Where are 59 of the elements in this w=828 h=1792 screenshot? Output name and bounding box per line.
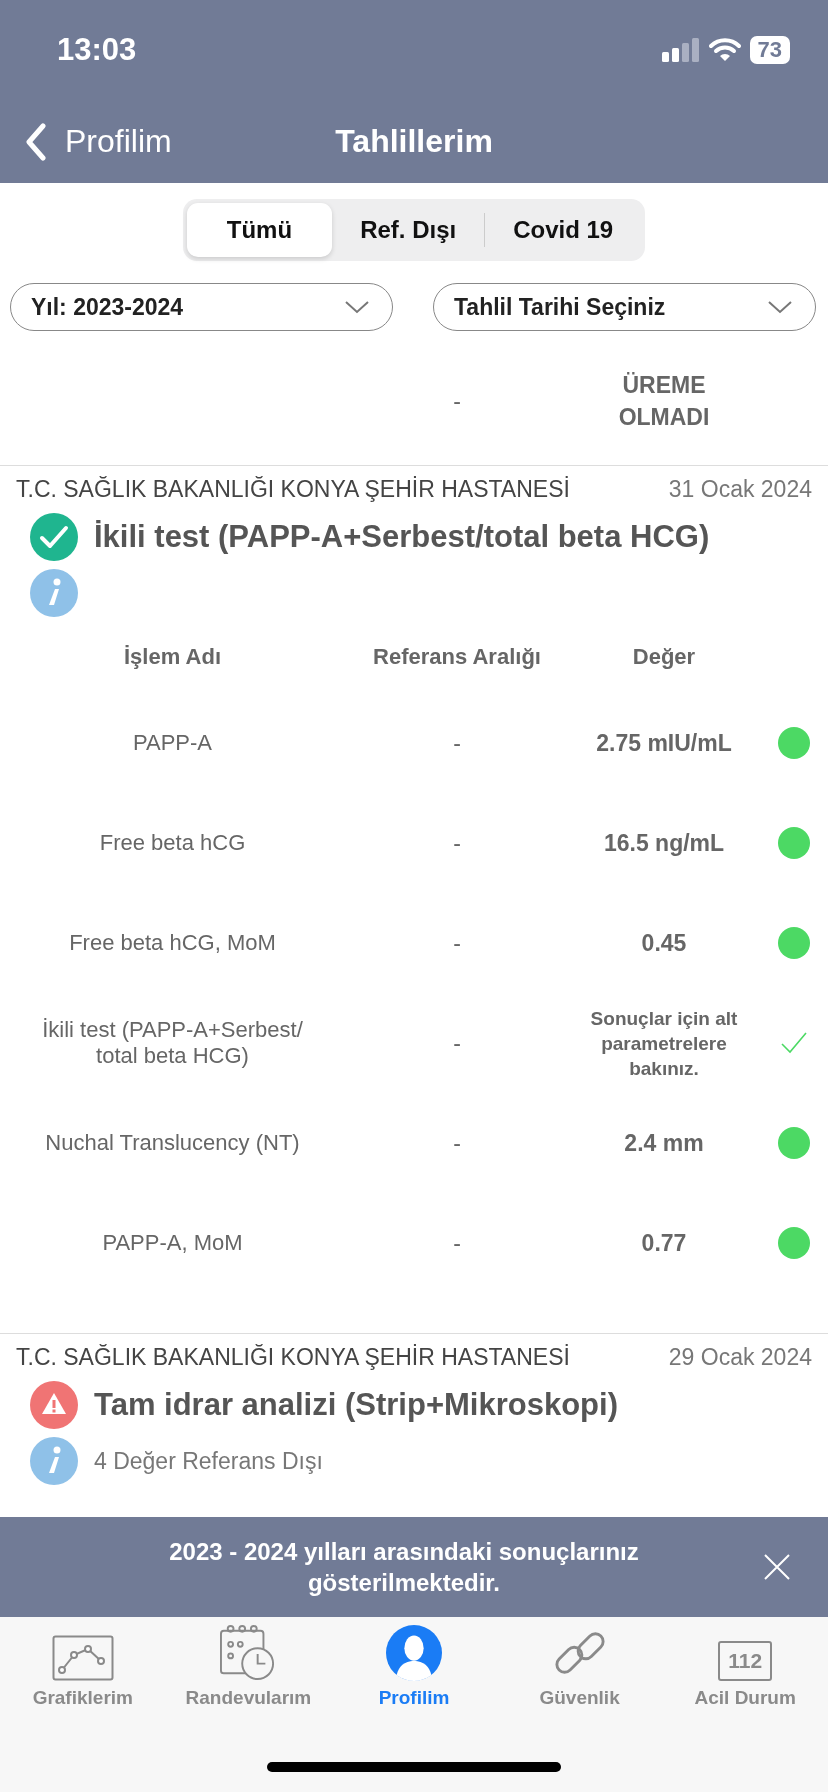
test-name: PAPP-A, MoM — [101, 1230, 244, 1256]
hospital-name: T.C. SAĞLIK BAKANLIĞI KONYA ŞEHİR HASTANESİ — [16, 1344, 570, 1371]
chevron-down-icon — [767, 300, 793, 314]
dropdown[interactable]: Tahlil Tarihi Seçiniz — [433, 283, 816, 331]
result-date: 29 Ocak 2024 — [668, 1344, 812, 1371]
emergency-number-icon: 112 — [718, 1641, 773, 1681]
result-date: 31 Ocak 2024 — [668, 476, 812, 503]
filter-tab[interactable]: Covid 19 — [485, 203, 642, 257]
chevron-down-icon — [344, 300, 370, 314]
signal-icon — [661, 38, 700, 62]
tab-bar-item[interactable]: Profilim — [331, 1625, 497, 1709]
column-header: Referans Aralığı — [372, 644, 542, 670]
filter-tab[interactable]: Ref. Dışı — [332, 203, 485, 257]
page-title: Tahlillerim — [335, 123, 493, 160]
close-icon[interactable] — [764, 1554, 790, 1580]
result-value: 2.4 mm — [623, 1129, 705, 1158]
test-name: PAPP-A — [131, 730, 214, 756]
test-name: Free beta hCG, MoM — [68, 930, 277, 956]
info-banner-text: 2023 - 2024 yılları arasındaki sonuçlarınız gösterilmektedir. — [168, 1537, 640, 1598]
tab-bar-item[interactable]: Grafiklerim — [0, 1625, 166, 1709]
checkmark-icon — [780, 1032, 807, 1054]
line-chart-icon — [51, 1635, 114, 1681]
tab-bar-item[interactable]: Güvenlik — [496, 1625, 663, 1709]
test-title: İkili test (PAPP-A+Serbest/total beta HCG) — [94, 519, 710, 555]
reference-range: - — [452, 1129, 462, 1157]
reference-range: - — [452, 729, 462, 757]
result-value: 0.77 — [640, 1229, 688, 1258]
column-header: İşlem Adı — [123, 644, 222, 670]
filter-tab[interactable]: Tümü — [186, 203, 333, 257]
chevron-left-icon — [25, 122, 47, 161]
test-name: Nuchal Translucency (NT) — [44, 1130, 301, 1156]
reference-range: - — [452, 1029, 462, 1057]
info-icon[interactable] — [30, 569, 78, 617]
dropdown[interactable]: Yıl: 2023-2024 — [10, 283, 393, 331]
status-time: 13:03 — [57, 32, 137, 68]
result-value: ÜREME OLMADI — [617, 371, 711, 432]
info-icon[interactable] — [30, 1437, 78, 1485]
reference-range: - — [452, 929, 462, 957]
hospital-name: T.C. SAĞLIK BAKANLIĞI KONYA ŞEHİR HASTANESİ — [16, 476, 570, 503]
person-icon — [385, 1625, 443, 1681]
result-value: 16.5 ng/mL — [602, 829, 726, 858]
info-text: 4 Değer Referans Dışı — [94, 1447, 323, 1475]
back-button[interactable]: Profilim — [0, 122, 172, 161]
reference-range: - — [452, 1229, 462, 1257]
test-name: Free beta hCG — [98, 830, 247, 856]
reference-range: - — [452, 387, 462, 415]
reference-range: - — [452, 829, 462, 857]
result-value: Sonuçlar için alt parametrelere bakınız. — [589, 1006, 739, 1081]
battery-icon: 73 — [749, 36, 790, 64]
test-title: Tam idrar analizi (Strip+Mikroskopi) — [94, 1387, 618, 1423]
test-name: İkili test (PAPP-A+Serbest/ total beta HCG) — [41, 1017, 304, 1069]
tab-bar-item[interactable]: Randevularım — [165, 1625, 332, 1709]
warning-icon — [30, 1381, 78, 1429]
tab-bar-item[interactable]: 112 Acil Durum — [662, 1625, 828, 1709]
result-value: 2.75 mIU/mL — [595, 729, 733, 758]
check-circle-icon — [30, 513, 78, 561]
result-value: 0.45 — [640, 929, 688, 958]
wifi-icon — [708, 38, 741, 62]
column-header: Değer — [631, 644, 697, 670]
